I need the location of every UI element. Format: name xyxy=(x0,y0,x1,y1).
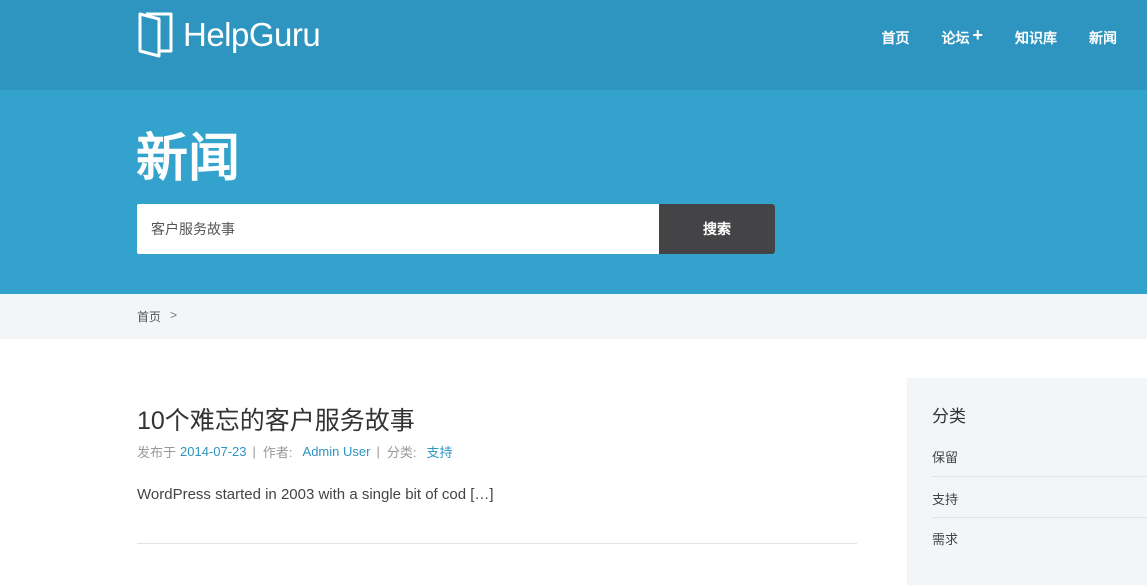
nav-item-news[interactable]: 新闻 xyxy=(1089,28,1117,48)
post-author-link[interactable]: Admin User xyxy=(303,444,371,459)
posted-label: 发布于 xyxy=(137,445,177,460)
category-item-requirements[interactable]: 需求 xyxy=(932,529,1147,548)
page-title: 新闻 xyxy=(136,130,241,188)
book-icon xyxy=(138,12,173,58)
hero-section: 新闻 客户服务故事 搜索 xyxy=(0,90,1147,294)
meta-separator: | xyxy=(376,444,380,459)
author-label: 作者: xyxy=(262,445,293,460)
search-input[interactable]: 客户服务故事 xyxy=(137,204,660,254)
category-item-support[interactable]: 支持 xyxy=(932,489,1147,508)
meta-separator: | xyxy=(252,444,256,459)
post-date-link[interactable]: 2014-07-23 xyxy=(180,444,247,459)
widget-title: 分类 xyxy=(932,407,966,426)
site-header: HelpGuru 首页 论坛 + 知识库 新闻 xyxy=(0,0,1147,90)
breadcrumb-home-link[interactable]: 首页 xyxy=(137,308,161,325)
nav-item-knowledge-base[interactable]: 知识库 xyxy=(1015,28,1057,48)
category-item-reserved[interactable]: 保留 xyxy=(932,447,1147,466)
search-input-value: 客户服务故事 xyxy=(151,221,235,237)
plus-icon[interactable]: + xyxy=(972,25,983,46)
category-label: 分类: xyxy=(386,445,417,460)
nav-item-forum[interactable]: 论坛 + xyxy=(941,25,983,48)
divider xyxy=(932,517,1147,518)
nav-item-label: 首页 xyxy=(881,29,910,46)
nav-item-home[interactable]: 首页 xyxy=(881,28,909,48)
search-button[interactable]: 搜索 xyxy=(659,204,775,254)
site-logo[interactable]: HelpGuru xyxy=(137,11,321,59)
logo-text: HelpGuru xyxy=(183,16,321,53)
post-category-link[interactable]: 支持 xyxy=(426,442,452,461)
post-excerpt: WordPress started in 2003 with a single … xyxy=(137,486,494,503)
divider xyxy=(932,476,1147,477)
post-meta: 发布于 2014-07-23 | 作者: Admin User | 分类: 支持 xyxy=(137,442,857,461)
post-title[interactable]: 10个难忘的客户服务故事 xyxy=(137,404,857,438)
nav-item-label: 知识库 xyxy=(1015,29,1057,46)
main-nav: 首页 论坛 + 知识库 新闻 xyxy=(849,25,1117,48)
breadcrumb-bar: 首页 > xyxy=(0,294,1147,339)
post-entry: 10个难忘的客户服务故事 发布于 2014-07-23 | 作者: Admin … xyxy=(137,404,857,461)
nav-item-label: 新闻 xyxy=(1089,29,1117,46)
nav-item-label: 论坛 xyxy=(941,29,970,46)
breadcrumb: 首页 > xyxy=(137,308,177,325)
categories-widget: 分类 保留 支持 需求 xyxy=(907,378,1147,585)
divider xyxy=(137,543,857,544)
breadcrumb-separator: > xyxy=(170,308,178,322)
